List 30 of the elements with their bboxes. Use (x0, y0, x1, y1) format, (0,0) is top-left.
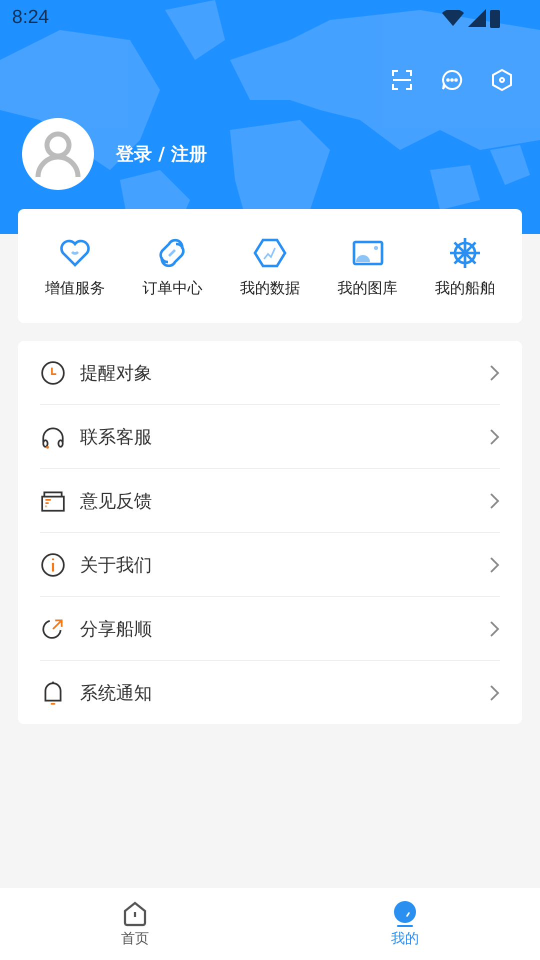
info-icon (40, 552, 66, 578)
menu-item[interactable]: 关于我们 (40, 533, 500, 597)
shortcut-item[interactable]: 订单中心 (124, 209, 222, 323)
menu-item[interactable]: 意见反馈 (40, 469, 500, 533)
profile-icon (391, 900, 419, 928)
chevron-icon (488, 620, 500, 638)
chevron-icon (488, 556, 500, 574)
menu-item[interactable]: 分享船顺 (40, 597, 500, 661)
scan-icon[interactable] (390, 68, 414, 92)
person-icon (35, 130, 81, 178)
signal-icon (468, 9, 486, 27)
nav-tab[interactable]: 首页 (0, 888, 270, 960)
chevron-icon (488, 364, 500, 382)
status-time: 8:24 (12, 7, 49, 29)
settings-icon[interactable] (490, 68, 514, 92)
chevron-icon (488, 492, 500, 510)
menu-item[interactable]: 系统通知 (40, 661, 500, 724)
clock-icon (40, 360, 66, 386)
chevron-icon (488, 684, 500, 702)
shortcut-item[interactable]: 我的图库 (318, 209, 416, 323)
home-icon (121, 900, 149, 928)
chevron-icon (488, 428, 500, 446)
battery-icon (490, 8, 500, 28)
shortcut-item[interactable]: 我的数据 (221, 209, 319, 323)
menu-item[interactable]: 提醒对象 (40, 341, 500, 405)
menu-item[interactable]: 联系客服 (40, 405, 500, 469)
message-icon[interactable] (440, 68, 464, 92)
shortcut-item[interactable]: 我的船舶 (416, 209, 514, 323)
shortcut-item[interactable]: 增值服务 (26, 209, 124, 323)
wifi-icon (442, 10, 464, 26)
